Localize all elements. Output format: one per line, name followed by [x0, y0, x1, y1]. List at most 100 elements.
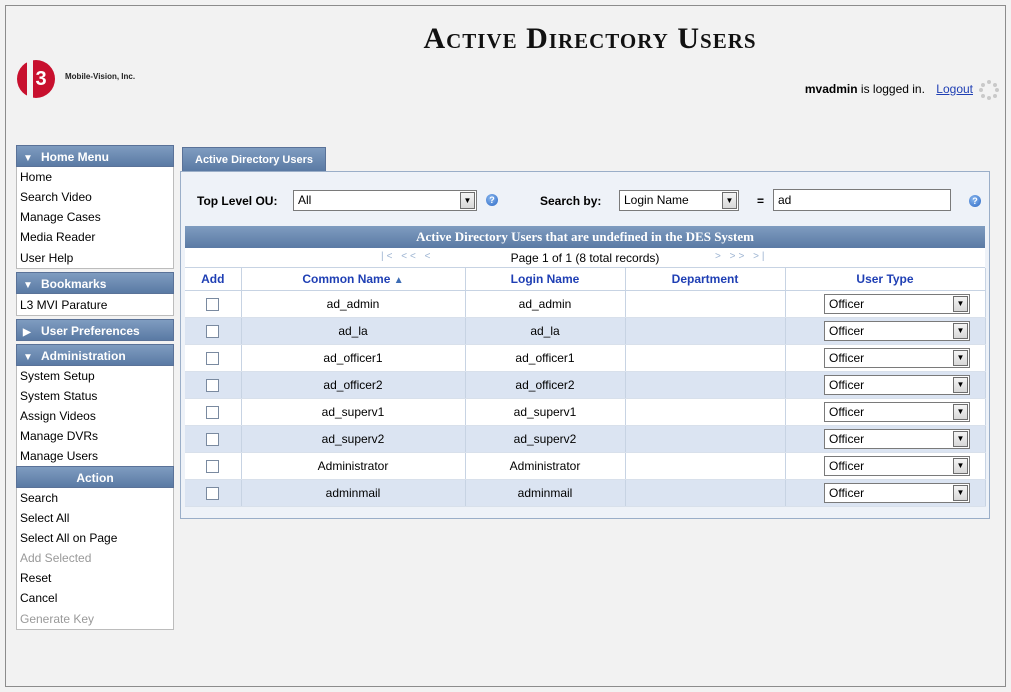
add-checkbox[interactable] [206, 378, 220, 392]
add-checkbox[interactable] [206, 486, 220, 500]
chevron-down-icon: ▼ [953, 322, 968, 339]
add-checkbox[interactable] [206, 297, 220, 311]
table-row: ad_superv2 ad_superv2 Officer ▼ [185, 425, 986, 453]
table-row: ad_admin ad_admin Officer ▼ [185, 290, 986, 318]
pager-next-last-icon[interactable]: > >> >| [715, 251, 768, 262]
chevron-down-icon: ▼ [953, 376, 968, 393]
sidebar-item-manage-dvrs[interactable]: Manage DVRs [16, 426, 174, 446]
table-row: ad_officer2 ad_officer2 Officer ▼ [185, 371, 986, 399]
administration-label: Administration [41, 349, 126, 363]
company-logo: 3 Mobile-Vision, Inc. [17, 60, 157, 100]
sidebar-item-media-reader[interactable]: Media Reader [16, 227, 174, 247]
page-title: Active Directory Users [423, 22, 757, 55]
help-icon[interactable]: ? [969, 195, 981, 207]
common-name-cell: ad_admin [241, 290, 466, 318]
action-select-all[interactable]: Select All [16, 508, 174, 528]
action-select-all-on-page[interactable]: Select All on Page [16, 528, 174, 548]
logo-text: Mobile-Vision, Inc. [65, 72, 136, 81]
administration-header[interactable]: ▼ Administration [16, 344, 174, 366]
sidebar-item-manage-users[interactable]: Manage Users [16, 446, 174, 466]
user-type-select[interactable]: Officer ▼ [824, 401, 970, 422]
sidebar-item-search-video[interactable]: Search Video [16, 187, 174, 207]
chevron-down-icon: ▼ [953, 484, 968, 501]
sidebar-item-assign-videos[interactable]: Assign Videos [16, 406, 174, 426]
top-level-ou-select[interactable]: All ▼ [293, 190, 477, 211]
add-checkbox[interactable] [206, 351, 220, 365]
column-header-login-name[interactable]: Login Name [465, 268, 626, 291]
logged-in-user: mvadmin [804, 82, 858, 96]
add-checkbox[interactable] [206, 324, 220, 338]
sidebar-item-system-status[interactable]: System Status [16, 386, 174, 406]
sort-ascending-icon: ▲ [393, 274, 404, 286]
user-type-cell: Officer ▼ [785, 452, 986, 480]
sidebar-item-system-setup[interactable]: System Setup [16, 366, 174, 386]
table-row: ad_superv1 ad_superv1 Officer ▼ [185, 398, 986, 426]
user-type-value: Officer [829, 323, 865, 338]
action-add-selected: Add Selected [16, 548, 174, 568]
pager-text: Page 1 of 1 (8 total records) [510, 251, 660, 265]
login-name-cell: ad_superv1 [465, 398, 626, 426]
sidebar-item-l3-mvi-parature[interactable]: L3 MVI Parature [16, 294, 174, 316]
user-preferences-header[interactable]: ▶ User Preferences [16, 319, 174, 341]
column-header-department[interactable]: Department [625, 268, 786, 291]
help-icon[interactable]: ? [486, 194, 498, 206]
add-cell [185, 344, 242, 372]
sidebar-item-manage-cases[interactable]: Manage Cases [16, 207, 174, 227]
user-type-cell: Officer ▼ [785, 425, 986, 453]
chevron-down-icon: ▼ [460, 192, 475, 209]
user-type-cell: Officer ▼ [785, 317, 986, 345]
sidebar-item-home[interactable]: Home [16, 167, 174, 187]
user-type-select[interactable]: Officer ▼ [824, 320, 970, 341]
common-name-cell: ad_superv1 [241, 398, 466, 426]
grid-title: Active Directory Users that are undefine… [185, 226, 985, 248]
login-name-cell: ad_superv2 [465, 425, 626, 453]
search-by-select[interactable]: Login Name ▼ [619, 190, 739, 211]
chevron-down-icon: ▼ [953, 430, 968, 447]
department-cell [625, 290, 786, 318]
sidebar-item-user-help[interactable]: User Help [16, 247, 174, 269]
table-row: ad_officer1 ad_officer1 Officer ▼ [185, 344, 986, 372]
user-type-value: Officer [829, 350, 865, 365]
home-menu-label: Home Menu [41, 150, 110, 164]
sidebar: ▼ Home Menu Home Search Video Manage Case… [16, 145, 174, 630]
top-level-ou-value: All [298, 193, 312, 207]
user-type-select[interactable]: Officer ▼ [824, 428, 970, 449]
action-search[interactable]: Search [16, 488, 174, 508]
add-checkbox[interactable] [206, 432, 220, 446]
column-header-common-name[interactable]: Common Name ▲ [241, 268, 466, 291]
add-cell [185, 371, 242, 399]
action-cancel[interactable]: Cancel [16, 588, 174, 608]
user-type-select[interactable]: Officer ▼ [824, 455, 970, 476]
user-type-select[interactable]: Officer ▼ [824, 482, 970, 503]
bookmarks-label: Bookmarks [41, 277, 107, 291]
user-type-select[interactable]: Officer ▼ [824, 374, 970, 395]
user-type-value: Officer [829, 296, 865, 311]
department-cell [625, 344, 786, 372]
home-menu-header[interactable]: ▼ Home Menu [16, 145, 174, 167]
department-cell [625, 371, 786, 399]
login-name-cell: adminmail [465, 479, 626, 507]
chevron-down-icon: ▼ [953, 349, 968, 366]
column-header-user-type[interactable]: User Type [785, 268, 986, 291]
action-reset[interactable]: Reset [16, 568, 174, 588]
expand-arrow-icon: ▶ [23, 327, 31, 338]
user-type-select[interactable]: Officer ▼ [824, 293, 970, 314]
add-checkbox[interactable] [206, 459, 220, 473]
user-type-cell: Officer ▼ [785, 290, 986, 318]
table-row: ad_la ad_la Officer ▼ [185, 317, 986, 345]
common-name-cell: ad_officer1 [241, 344, 466, 372]
bookmarks-header[interactable]: ▼ Bookmarks [16, 272, 174, 294]
chevron-down-icon: ▼ [722, 192, 737, 209]
add-checkbox[interactable] [206, 405, 220, 419]
department-cell [625, 452, 786, 480]
user-type-value: Officer [829, 431, 865, 446]
user-type-cell: Officer ▼ [785, 479, 986, 507]
logout-link[interactable]: Logout [936, 82, 973, 96]
search-input[interactable]: ad [773, 189, 951, 211]
user-type-select[interactable]: Officer ▼ [824, 347, 970, 368]
add-cell [185, 452, 242, 480]
department-cell [625, 398, 786, 426]
department-cell [625, 479, 786, 507]
tab-active-directory-users[interactable]: Active Directory Users [182, 147, 327, 171]
user-type-value: Officer [829, 404, 865, 419]
